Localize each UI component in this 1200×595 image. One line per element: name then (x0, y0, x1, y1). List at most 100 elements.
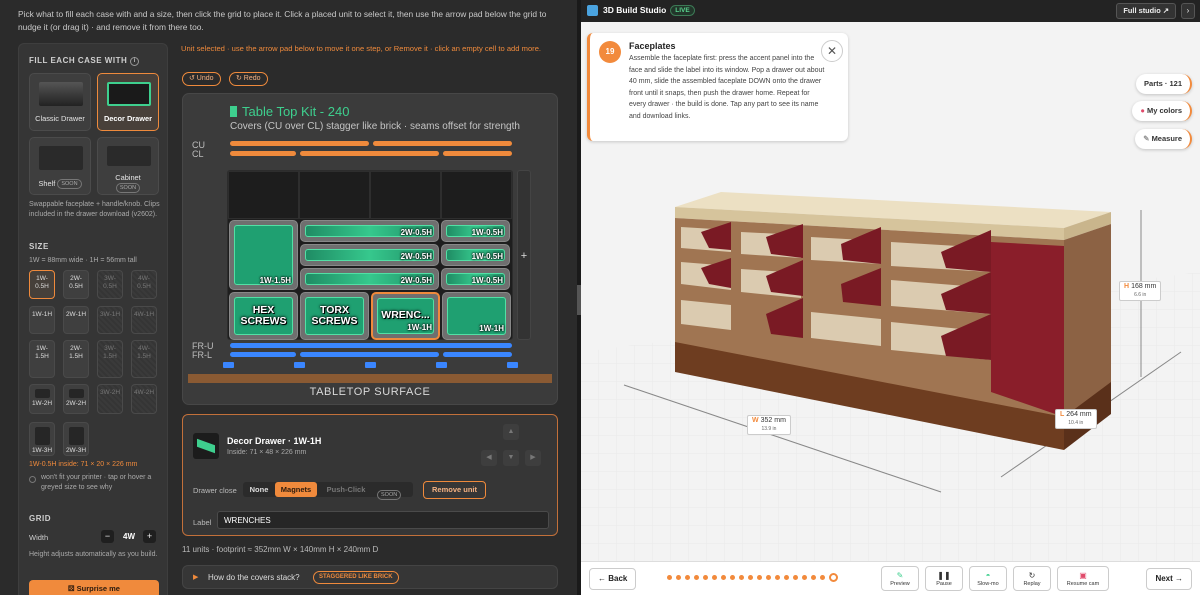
progress-step-dot[interactable] (793, 575, 798, 580)
unit-1w-0.5h[interactable]: 1W-0.5H (441, 268, 510, 290)
close-option-push-click[interactable]: Push-Click (319, 482, 373, 497)
move-up-button[interactable]: ▲ (503, 424, 519, 440)
size-option-3w-1h[interactable]: 3W-1H (97, 306, 123, 334)
surprise-me-button[interactable]: ⚄ Surprise me (29, 580, 159, 595)
replay-icon: ↻ (1028, 571, 1036, 580)
back-button[interactable]: ← Back (589, 568, 637, 590)
cover-upper-bar (230, 141, 369, 146)
fill-card-classic-drawer[interactable]: Classic Drawer (29, 73, 91, 131)
fill-card-shelf[interactable]: Shelf SOON (29, 137, 91, 195)
progress-step-dot[interactable] (730, 575, 735, 580)
move-right-button[interactable]: ▶ (525, 450, 541, 466)
empty-cell[interactable] (370, 171, 441, 219)
size-option-label: 3W-1H (99, 311, 121, 318)
size-option-label: 4W-1H (133, 311, 155, 318)
empty-cell[interactable] (441, 171, 512, 219)
parts-button[interactable]: Parts · 121 (1136, 74, 1192, 94)
unit-hex-screws[interactable]: HEX SCREWS (229, 292, 298, 340)
size-option-1w-2h[interactable]: 1W-2H (29, 384, 55, 414)
size-option-4w-1h[interactable]: 4W-1H (131, 306, 157, 334)
close-option-magnets[interactable]: Magnets (275, 482, 317, 497)
progress-step-dot[interactable] (703, 575, 708, 580)
progress-step-dot[interactable] (802, 575, 807, 580)
move-down-button[interactable]: ▼ (503, 450, 519, 466)
progress-step-dot[interactable] (739, 575, 744, 580)
covers-faq-row[interactable]: ▶ How do the covers stack? STAGGERED LIK… (182, 565, 558, 589)
camera-icon: ▣ (1079, 571, 1087, 580)
remove-unit-button[interactable]: Remove unit (423, 481, 487, 499)
progress-step-dot[interactable] (820, 575, 825, 580)
size-option-3w-2h[interactable]: 3W-2H (97, 384, 123, 414)
size-option-1w-3h[interactable]: 1W-3H (29, 422, 55, 456)
collapse-chevron-icon[interactable]: › (1181, 3, 1195, 19)
pause-button[interactable]: ❚❚ Pause (925, 566, 963, 591)
resume-cam-button[interactable]: ▣ Resume cam (1057, 566, 1109, 591)
unit-2w-0.5h[interactable]: 2W-0.5H (300, 220, 439, 242)
size-option-1w-1.5h[interactable]: 1W-1.5H (29, 340, 55, 378)
size-option-label: 2W-0.5H (69, 275, 83, 290)
add-column-button[interactable]: + (517, 170, 531, 340)
progress-step-dot[interactable] (784, 575, 789, 580)
size-option-3w-1.5h[interactable]: 3W-1.5H (97, 340, 123, 378)
unit-1w-1h[interactable]: 1W-1H (442, 292, 511, 340)
unit-torx-screws[interactable]: TORX SCREWS (300, 292, 369, 340)
progress-step-dot[interactable] (748, 575, 753, 580)
ruler-icon: ✎ (1143, 134, 1152, 143)
empty-cell[interactable] (228, 171, 299, 219)
size-option-label: 4W-1.5H (137, 345, 151, 360)
progress-step-dot[interactable] (811, 575, 816, 580)
size-option-label: 3W-0.5H (103, 275, 117, 290)
width-decrement-button[interactable]: − (101, 530, 114, 543)
next-button[interactable]: Next → (1146, 568, 1192, 590)
close-icon[interactable]: ✕ (821, 40, 843, 62)
dice-icon: ⚄ (68, 584, 77, 593)
size-option-4w-1.5h[interactable]: 4W-1.5H (131, 340, 157, 378)
full-studio-button[interactable]: Full studio ↗ (1116, 3, 1176, 19)
step-progress[interactable] (667, 562, 847, 595)
unit-1w-0.5h[interactable]: 1W-0.5H (441, 244, 510, 266)
kit-color-swatch (230, 106, 237, 117)
size-option-4w-0.5h[interactable]: 4W-0.5H (131, 270, 157, 299)
progress-step-dot[interactable] (676, 575, 681, 580)
unit-1w-0.5h[interactable]: 1W-0.5H (441, 220, 510, 242)
slow-mo-button[interactable]: ◓ Slow-mo (969, 566, 1007, 591)
unit-2w-0.5h[interactable]: 2W-0.5H (300, 244, 439, 266)
unit-1w-1.5h[interactable]: 1W-1.5H (229, 220, 298, 290)
progress-step-dot[interactable] (685, 575, 690, 580)
covers-question: How do the covers stack? (208, 573, 300, 582)
greyed-indicator (29, 476, 36, 483)
redo-button[interactable]: ↻ Redo (229, 72, 268, 86)
progress-step-dot[interactable] (829, 573, 838, 582)
progress-step-dot[interactable] (775, 575, 780, 580)
move-left-button[interactable]: ◀ (481, 450, 497, 466)
replay-button[interactable]: ↻ Replay (1013, 566, 1051, 591)
unit-2w-0.5h[interactable]: 2W-0.5H (300, 268, 439, 290)
size-option-2w-1.5h[interactable]: 2W-1.5H (63, 340, 89, 378)
size-option-3w-0.5h[interactable]: 3W-0.5H (97, 270, 123, 299)
close-option-none[interactable]: None (245, 482, 273, 497)
width-increment-button[interactable]: + (143, 530, 156, 543)
size-option-1w-1h[interactable]: 1W-1H (29, 306, 55, 334)
cover-lower-bar (230, 151, 296, 156)
unit-label-input[interactable] (217, 511, 549, 529)
fill-card-cabinet[interactable]: Cabinet SOON (97, 137, 159, 195)
fill-card-decor-drawer[interactable]: Decor Drawer (97, 73, 159, 131)
progress-step-dot[interactable] (766, 575, 771, 580)
progress-step-dot[interactable] (721, 575, 726, 580)
size-option-1w-0.5h[interactable]: 1W-0.5H (29, 270, 55, 299)
preview-button[interactable]: ✎ Preview (881, 566, 919, 591)
size-option-2w-3h[interactable]: 2W-3H (63, 422, 89, 456)
undo-button[interactable]: ↺ Undo (182, 72, 221, 86)
size-option-2w-1h[interactable]: 2W-1H (63, 306, 89, 334)
progress-step-dot[interactable] (667, 575, 672, 580)
progress-step-dot[interactable] (694, 575, 699, 580)
size-option-2w-2h[interactable]: 2W-2H (63, 384, 89, 414)
size-option-2w-0.5h[interactable]: 2W-0.5H (63, 270, 89, 299)
size-option-4w-2h[interactable]: 4W-2H (131, 384, 157, 414)
progress-step-dot[interactable] (712, 575, 717, 580)
unit-wrenches-selected[interactable]: WRENC... 1W-1H (371, 292, 440, 340)
info-icon[interactable]: i (130, 57, 140, 66)
progress-step-dot[interactable] (757, 575, 762, 580)
studio-panel: 3D Build Studio LIVE Full studio ↗ › 19 F… (581, 0, 1200, 595)
empty-cell[interactable] (299, 171, 370, 219)
